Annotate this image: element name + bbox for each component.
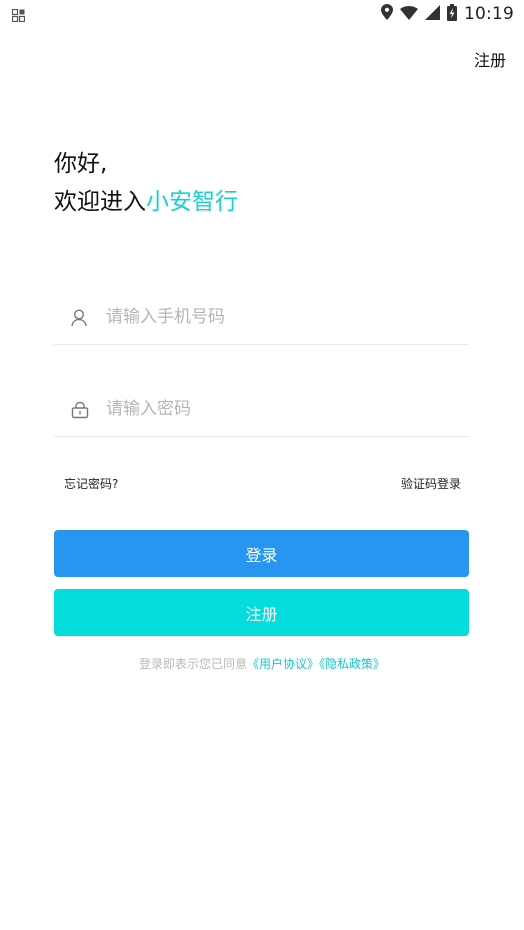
wifi-icon — [400, 5, 418, 24]
agreement-notice: 登录即表示您已同意《用户协议》《隐私政策》 — [0, 655, 524, 672]
privacy-policy-link[interactable]: 《隐私政策》 — [319, 657, 385, 671]
user-icon — [71, 309, 89, 331]
user-agreement-link[interactable]: 《用户协议》 — [247, 657, 319, 671]
forgot-password-link[interactable]: 忘记密码? — [64, 475, 118, 492]
phone-input[interactable] — [106, 300, 456, 334]
greeting-line-1: 你好, — [54, 151, 108, 177]
code-login-link[interactable]: 验证码登录 — [401, 475, 461, 492]
header-register-link[interactable]: 注册 — [474, 47, 506, 71]
status-bar: 10:19 — [0, 0, 524, 28]
app-grid-icon — [11, 7, 26, 26]
brand-name: 小安智行 — [146, 189, 238, 215]
signal-icon — [425, 4, 440, 24]
password-input[interactable] — [106, 392, 456, 426]
phone-field — [54, 292, 469, 345]
greeting-line-2: 欢迎进入小安智行 — [54, 183, 238, 221]
login-button[interactable]: 登录 — [54, 530, 469, 577]
register-button[interactable]: 注册 — [54, 589, 469, 636]
agreement-prefix: 登录即表示您已同意 — [138, 657, 247, 671]
greeting-welcome-text: 欢迎进入 — [54, 189, 146, 215]
greeting: 你好, 欢迎进入小安智行 — [54, 145, 238, 221]
battery-icon — [447, 3, 457, 25]
status-icons: 10:19 — [381, 3, 514, 25]
status-time: 10:19 — [464, 4, 514, 24]
location-icon — [381, 4, 393, 24]
password-field — [54, 384, 469, 437]
lock-icon — [71, 401, 89, 423]
login-screen: 10:19 注册 你好, 欢迎进入小安智行 忘记密码? 验证码登录 — [0, 0, 524, 930]
